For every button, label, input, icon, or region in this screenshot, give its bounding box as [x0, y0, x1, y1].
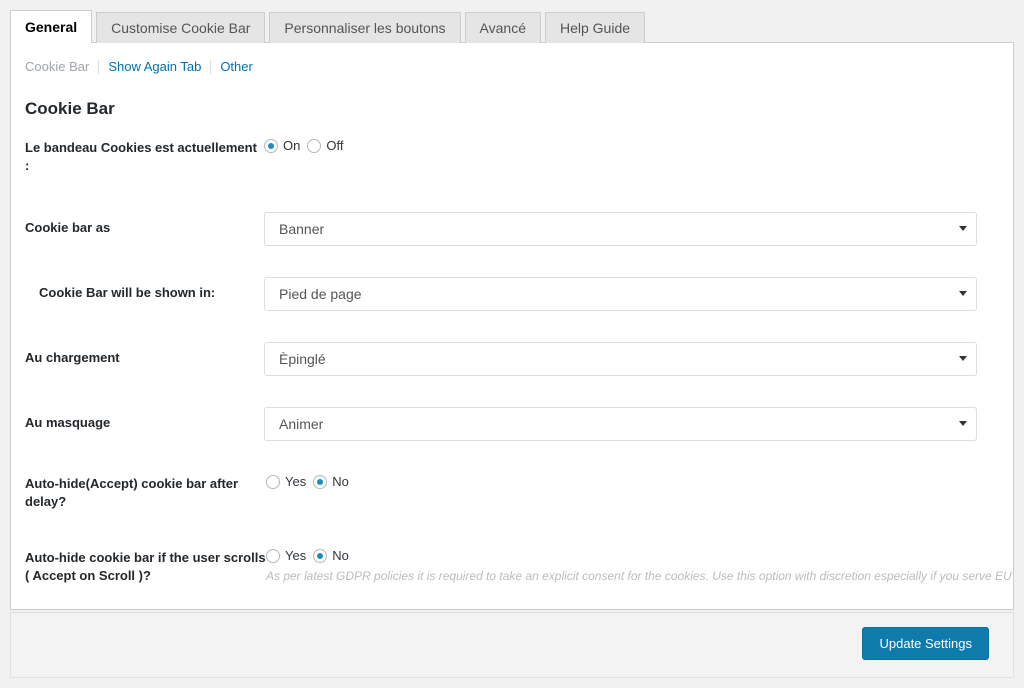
radio-option-auto-hide-delay-no[interactable]: No: [313, 475, 349, 489]
subnav: Cookie Bar Show Again Tab Other: [25, 59, 262, 74]
radio-option-auto-hide-delay-yes[interactable]: Yes: [266, 475, 306, 489]
radio-group-auto-hide-delay: Yes No: [266, 475, 1013, 489]
select-value-cookie-bar-shown-in: Pied de page: [279, 286, 362, 302]
radio-group-auto-hide-scroll: Yes No: [266, 549, 1013, 563]
row-cookie-bar-status: Le bandeau Cookies est actuellement : On…: [11, 139, 1013, 175]
subnav-item-show-again-tab[interactable]: Show Again Tab: [99, 59, 210, 74]
label-auto-hide-delay: Auto-hide(Accept) cookie bar after delay…: [25, 476, 239, 509]
select-cookie-bar-as[interactable]: Banner: [264, 212, 977, 246]
subnav-item-other[interactable]: Other: [211, 59, 262, 74]
label-cookie-bar-status: Le bandeau Cookies est actuellement :: [25, 140, 257, 173]
radio-option-status-on[interactable]: On: [264, 139, 300, 153]
radio-status-on[interactable]: [264, 139, 278, 153]
radio-label-status-off: Off: [326, 138, 344, 153]
tab-personnaliser-les-boutons[interactable]: Personnaliser les boutons: [269, 12, 461, 43]
update-settings-button[interactable]: Update Settings: [862, 627, 989, 660]
tab-customise-cookie-bar[interactable]: Customise Cookie Bar: [96, 12, 266, 43]
label-auto-hide-scroll: Auto-hide cookie bar if the user scrolls…: [25, 550, 266, 583]
control-cookie-bar-as: Banner: [264, 212, 1013, 246]
chevron-down-icon: [959, 226, 967, 231]
radio-auto-hide-delay-yes[interactable]: [266, 475, 280, 489]
row-on-load: Au chargement Èpinglé: [11, 342, 1013, 376]
radio-auto-hide-scroll-no[interactable]: [313, 549, 328, 563]
row-auto-hide-scroll: Auto-hide cookie bar if the user scrolls…: [11, 549, 1013, 585]
radio-group-status: On Off: [264, 139, 1013, 153]
subnav-item-cookie-bar[interactable]: Cookie Bar: [25, 59, 98, 74]
select-cookie-bar-shown-in[interactable]: Pied de page: [264, 277, 977, 311]
settings-form: Le bandeau Cookies est actuellement : On…: [11, 139, 1013, 585]
tab-general[interactable]: General: [10, 10, 93, 43]
radio-option-status-off[interactable]: Off: [307, 139, 343, 153]
tab-strip: General Customise Cookie Bar Personnalis…: [10, 10, 649, 43]
row-on-hide: Au masquage Animer: [11, 407, 1013, 441]
radio-label-auto-hide-delay-yes: Yes: [285, 474, 307, 489]
select-value-on-hide: Animer: [279, 416, 324, 432]
chevron-down-icon: [959, 421, 967, 426]
row-auto-hide-delay: Auto-hide(Accept) cookie bar after delay…: [11, 475, 1013, 511]
chevron-down-icon: [959, 356, 967, 361]
control-auto-hide-delay: Yes No: [266, 475, 1013, 489]
radio-label-auto-hide-delay-no: No: [332, 474, 349, 489]
radio-label-status-on: On: [283, 138, 301, 153]
tab-help-guide[interactable]: Help Guide: [544, 12, 646, 43]
select-on-load[interactable]: Èpinglé: [264, 342, 977, 376]
control-on-hide: Animer: [264, 407, 1013, 441]
select-on-hide[interactable]: Animer: [264, 407, 977, 441]
label-cookie-bar-shown-in: Cookie Bar will be shown in:: [39, 285, 216, 300]
label-on-load: Au chargement: [25, 350, 120, 365]
select-value-cookie-bar-as: Banner: [279, 221, 325, 237]
radio-status-off[interactable]: [307, 139, 322, 153]
control-cookie-bar-shown-in: Pied de page: [264, 277, 1013, 311]
control-on-load: Èpinglé: [264, 342, 1013, 376]
row-cookie-bar-as: Cookie bar as Banner: [11, 212, 1013, 246]
radio-auto-hide-delay-no[interactable]: [313, 475, 328, 489]
page-title: Cookie Bar: [25, 99, 115, 118]
radio-label-auto-hide-scroll-no: No: [332, 548, 349, 563]
help-text-auto-hide-scroll: As per latest GDPR policies it is requir…: [266, 569, 1012, 583]
control-auto-hide-scroll: Yes No As per latest GDPR policies it is…: [266, 549, 1013, 584]
label-cookie-bar-as: Cookie bar as: [25, 220, 111, 235]
radio-auto-hide-scroll-yes[interactable]: [266, 549, 280, 563]
tab-avance[interactable]: Avancé: [464, 12, 541, 43]
footer-bar: Update Settings: [10, 612, 1014, 678]
control-cookie-bar-status: On Off: [264, 139, 1013, 153]
row-cookie-bar-shown-in: Cookie Bar will be shown in: Pied de pag…: [11, 277, 1013, 311]
label-on-hide: Au masquage: [25, 415, 111, 430]
radio-option-auto-hide-scroll-yes[interactable]: Yes: [266, 549, 306, 563]
select-value-on-load: Èpinglé: [279, 351, 326, 367]
radio-option-auto-hide-scroll-no[interactable]: No: [313, 549, 349, 563]
radio-label-auto-hide-scroll-yes: Yes: [285, 548, 307, 563]
chevron-down-icon: [959, 291, 967, 296]
settings-panel: Cookie Bar Show Again Tab Other Cookie B…: [10, 42, 1014, 610]
